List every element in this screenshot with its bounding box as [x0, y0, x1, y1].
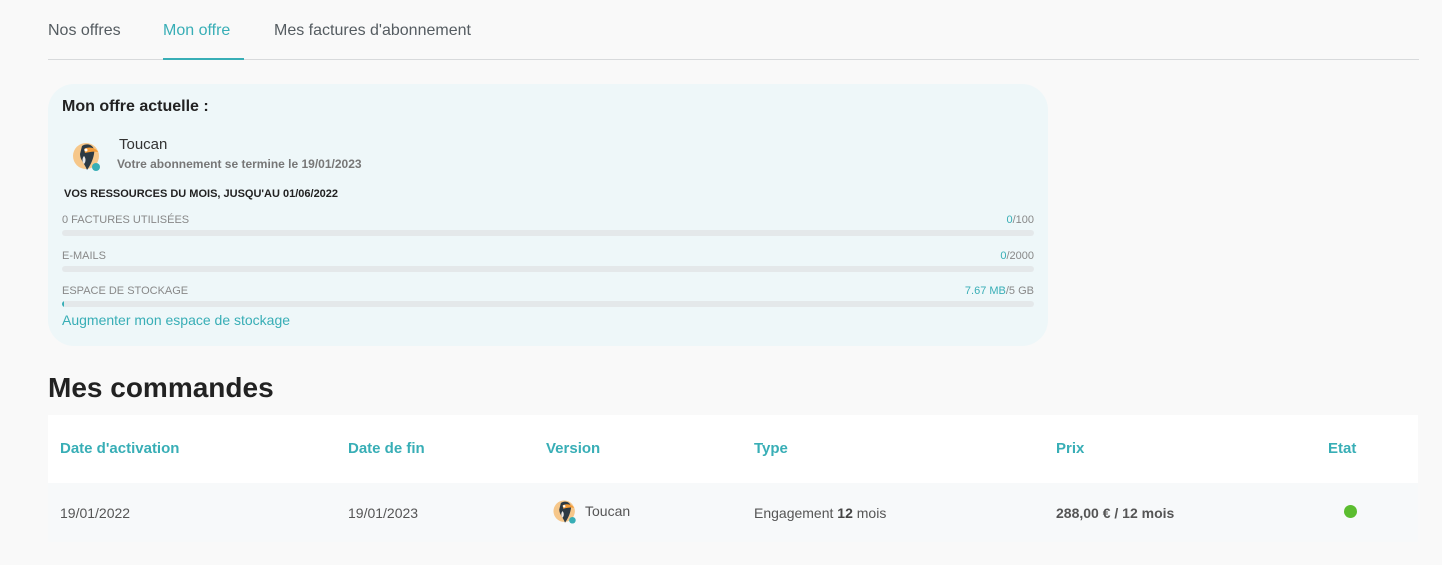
orders-table: Date d'activation Date de fin Version Ty…: [48, 415, 1418, 542]
current-offer-card: Mon offre actuelle : Toucan Votre abonne…: [48, 84, 1048, 346]
resource-label: E-MAILS: [62, 250, 107, 262]
toucan-icon: [73, 143, 100, 171]
cell-end-date: 19/01/2023: [348, 505, 419, 521]
resources-heading: VOS RESSOURCES DU MOIS, JUSQU'AU 01/06/2…: [64, 188, 339, 200]
resource-progress-bar: [62, 230, 1034, 236]
plan-name: Toucan: [119, 136, 168, 153]
column-header-type: Type: [754, 440, 788, 457]
column-header-status: Etat: [1328, 440, 1357, 457]
tab-mon-offre[interactable]: Mon offre: [163, 22, 230, 40]
resource-value: 0/2000: [1000, 250, 1034, 262]
plan-end-date: Votre abonnement se termine le 19/01/202…: [117, 157, 362, 171]
active-tab-indicator: [163, 58, 244, 60]
resource-label: ESPACE DE STOCKAGE: [62, 285, 189, 297]
tab-bar: Nos offres Mon offre Mes factures d'abon…: [48, 0, 1419, 60]
increase-storage-link[interactable]: Augmenter mon espace de stockage: [62, 312, 290, 328]
column-header-version: Version: [546, 440, 601, 457]
subscription-page: Nos offres Mon offre Mes factures d'abon…: [0, 0, 1442, 565]
resource-storage: ESPACE DE STOCKAGE 7.67 MB/5 GB: [62, 285, 1034, 313]
column-header-activation: Date d'activation: [60, 440, 180, 457]
resource-label: 0 FACTURES UTILISÉES: [62, 214, 190, 226]
cell-price: 288,00 € / 12 mois: [1056, 505, 1175, 521]
tab-mes-factures[interactable]: Mes factures d'abonnement: [274, 22, 471, 40]
column-header-price: Prix: [1056, 440, 1085, 457]
column-header-end: Date de fin: [348, 440, 425, 457]
toucan-icon: [553, 500, 576, 524]
resource-progress-bar: [62, 266, 1034, 272]
cell-activation-date: 19/01/2022: [60, 505, 131, 521]
resource-emails: E-MAILS 0/2000: [62, 250, 1034, 278]
current-offer-title: Mon offre actuelle :: [62, 98, 209, 115]
orders-title: Mes commandes: [48, 372, 274, 403]
cell-version: Toucan: [585, 503, 631, 519]
cell-type: Engagement 12 mois: [754, 505, 887, 521]
resource-progress-bar: [62, 301, 1034, 307]
resource-invoices: 0 FACTURES UTILISÉES 0/100: [62, 214, 1034, 242]
resource-value: 7.67 MB/5 GB: [964, 285, 1034, 297]
table-row: 19/01/2022 19/01/2023 Toucan Engagement …: [48, 483, 1418, 542]
status-indicator: [1344, 505, 1357, 518]
resource-value: 0/100: [1006, 214, 1034, 226]
resource-progress-fill: [62, 301, 64, 307]
tab-nos-offres[interactable]: Nos offres: [48, 22, 121, 40]
